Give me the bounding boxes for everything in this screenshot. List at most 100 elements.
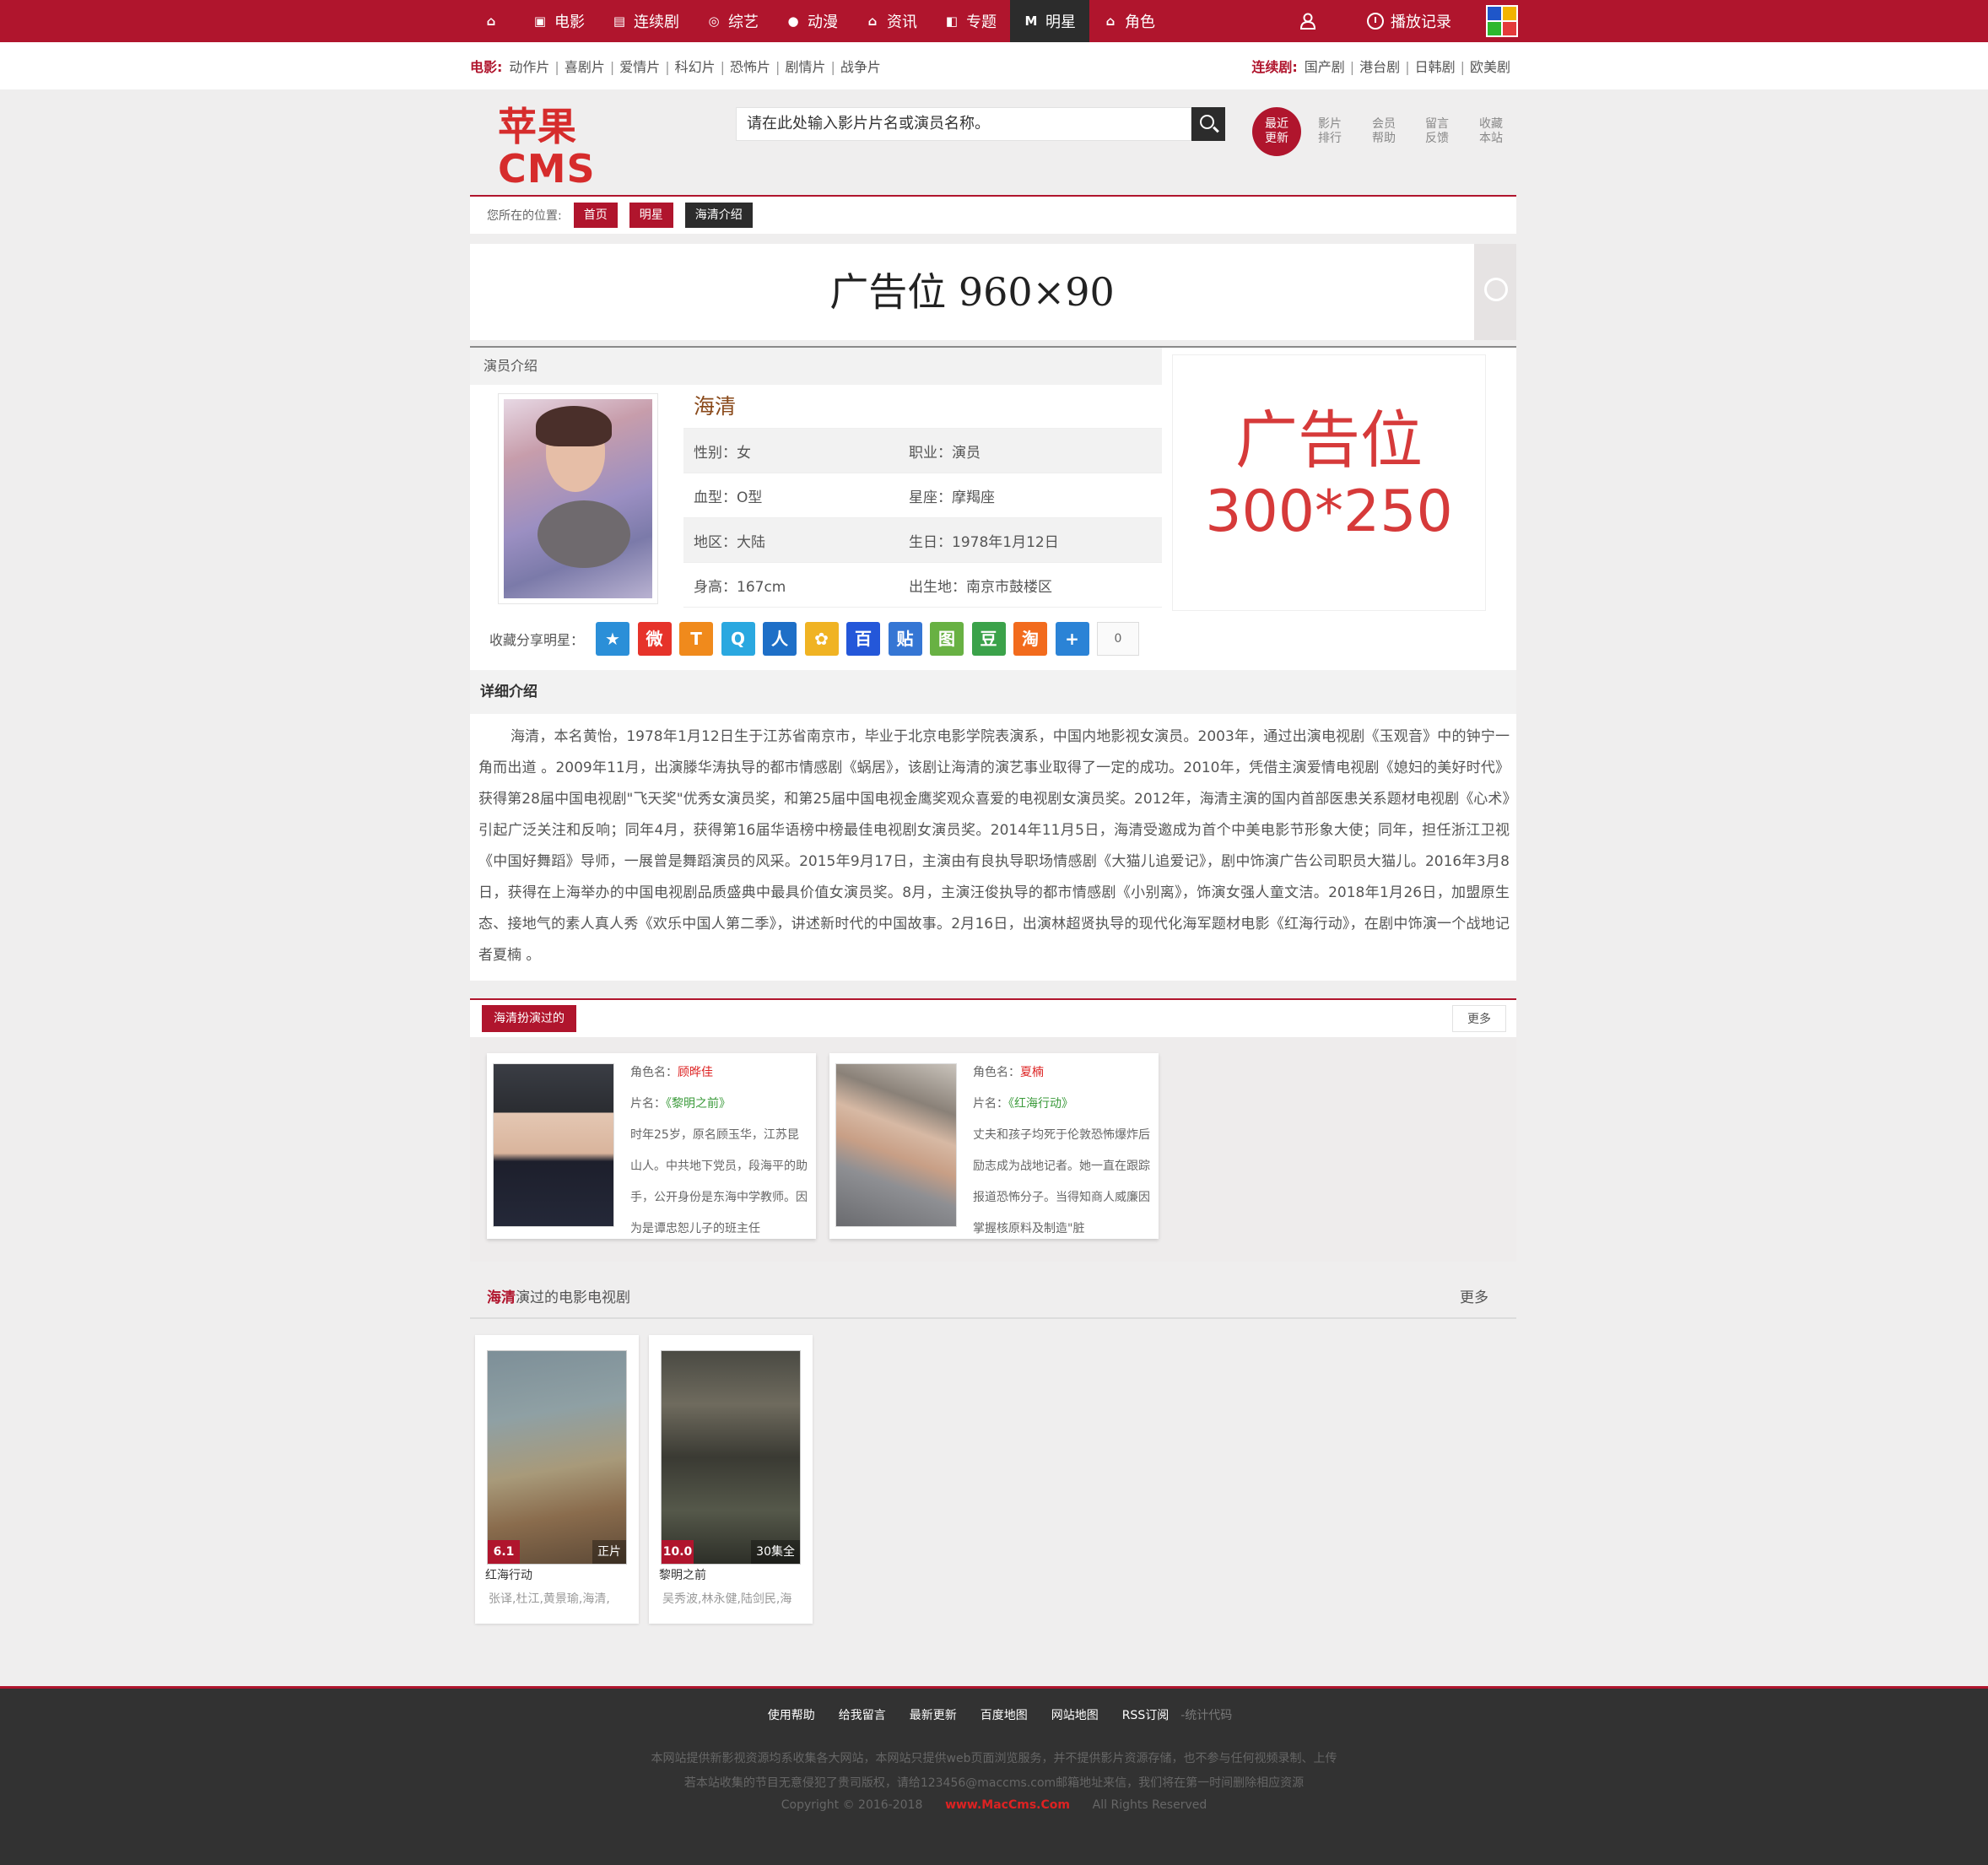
role-movie[interactable]: 《黎明之前》 bbox=[666, 1097, 731, 1111]
role-card[interactable]: 角色名：顾晔佳 片名：《黎明之前》 时年25岁，原名顾玉华，江苏昆山人。中共地下… bbox=[487, 1053, 816, 1239]
breadcrumb-home[interactable]: 首页 bbox=[573, 203, 618, 228]
separator: | bbox=[609, 59, 615, 75]
roles-more-button[interactable]: 更多 bbox=[1452, 1005, 1506, 1032]
nav-variety[interactable]: ◎ 综艺 bbox=[693, 0, 772, 42]
movie-category-3[interactable]: 科幻片 bbox=[675, 59, 716, 75]
skin-switch-icon[interactable] bbox=[1486, 5, 1518, 37]
work-card[interactable]: 10.0 30集全 黎明之前 吴秀波,林永健,陆剑民,海 bbox=[649, 1335, 813, 1624]
nav-film[interactable]: ▣ 电影 bbox=[519, 0, 598, 42]
header-btn-latest[interactable]: 最近 更新 bbox=[1252, 107, 1301, 156]
work-poster[interactable]: 6.1 正片 bbox=[487, 1350, 627, 1565]
btn-line2: 帮助 bbox=[1372, 132, 1396, 145]
movie-category-5[interactable]: 剧情片 bbox=[785, 59, 825, 75]
work-poster[interactable]: 10.0 30集全 bbox=[661, 1350, 801, 1565]
baidu-icon[interactable]: 百 bbox=[846, 622, 881, 656]
btn-line1: 影片 bbox=[1318, 117, 1342, 131]
work-actors: 吴秀波,林永健,陆剑民,海 bbox=[662, 1592, 792, 1606]
work-status-label: 30集全 bbox=[751, 1540, 800, 1564]
site-logo[interactable]: 苹果CMS www.maccms.com bbox=[498, 105, 658, 206]
movie-category-1[interactable]: 喜剧片 bbox=[565, 59, 605, 75]
douban-icon[interactable]: 豆 bbox=[971, 622, 1006, 656]
footer-link-4[interactable]: 网站地图 bbox=[1051, 1709, 1099, 1722]
work-score-badge: 6.1 bbox=[488, 1540, 520, 1564]
play-history-link[interactable]: 播放记录 bbox=[1367, 0, 1451, 42]
breadcrumb: 您所在的位置: 首页 明星 海清介绍 bbox=[470, 195, 1516, 234]
footer-copyright: Copyright © 2016-2018 www.MacCms.Com All… bbox=[0, 1798, 1988, 1812]
weibo-icon[interactable]: 微 bbox=[637, 622, 672, 656]
header-btn-bookmark[interactable]: 收藏 本站 bbox=[1467, 107, 1515, 156]
favorite-icon[interactable]: ★ bbox=[596, 622, 630, 656]
skin-color-1 bbox=[1488, 7, 1501, 20]
renren-icon[interactable]: 人 bbox=[763, 622, 797, 656]
movie-category-4[interactable]: 恐怖片 bbox=[730, 59, 770, 75]
info-row: 地区：大陆 生日：1978年1月12日 bbox=[683, 518, 1162, 563]
tieba-icon[interactable]: 贴 bbox=[888, 622, 922, 656]
footer-brand-link[interactable]: www.MacCms.Com bbox=[945, 1798, 1070, 1812]
nav-anime[interactable]: ● 动漫 bbox=[772, 0, 851, 42]
work-title[interactable]: 黎明之前 bbox=[659, 1563, 706, 1588]
tv-category-2[interactable]: 日韩剧 bbox=[1415, 59, 1456, 75]
ad-side-title: 广告位 bbox=[1235, 404, 1423, 477]
nav-news[interactable]: ⌂ 资讯 bbox=[851, 0, 931, 42]
ad-banner-side[interactable] bbox=[1474, 244, 1516, 340]
actor-photo-image bbox=[504, 399, 652, 598]
header-btn-ranking[interactable]: 影片 排行 bbox=[1305, 107, 1354, 156]
header-btn-member[interactable]: 会员 帮助 bbox=[1359, 107, 1408, 156]
search-button[interactable] bbox=[1191, 107, 1225, 141]
nav-topic[interactable]: ◧ 专题 bbox=[931, 0, 1010, 42]
taobao-icon[interactable]: 淘 bbox=[1013, 622, 1048, 656]
role-description: 丈夫和孩子均死于伦敦恐怖爆炸后励志成为战地记者。她一直在跟踪报道恐怖分子。当得知… bbox=[973, 1128, 1150, 1235]
ad-side-box[interactable]: 广告位 300*250 bbox=[1172, 354, 1486, 611]
more-share-icon[interactable]: + bbox=[1055, 622, 1089, 656]
role-movie-line: 片名：《黎明之前》 bbox=[630, 1089, 808, 1120]
movie-category-6[interactable]: 战争片 bbox=[840, 59, 881, 75]
tv-category-3[interactable]: 欧美剧 bbox=[1470, 59, 1510, 75]
work-actors: 张译,杜江,黄景瑜,海清, bbox=[489, 1592, 610, 1606]
user-icon[interactable] bbox=[1299, 0, 1316, 42]
separator: | bbox=[1405, 59, 1410, 75]
role-name[interactable]: 顾晔佳 bbox=[678, 1066, 713, 1079]
tencent-weibo-icon[interactable]: T bbox=[679, 622, 714, 656]
role-photo[interactable] bbox=[493, 1063, 614, 1227]
movie-category-2[interactable]: 爱情片 bbox=[619, 59, 660, 75]
qzone-icon[interactable]: Q bbox=[721, 622, 755, 656]
separator: | bbox=[830, 59, 835, 75]
kaixin-icon[interactable]: ✿ bbox=[804, 622, 839, 656]
tv-category-1[interactable]: 港台剧 bbox=[1359, 59, 1400, 75]
works-more-link[interactable]: 更多 bbox=[1460, 1277, 1488, 1319]
footer-link-0[interactable]: 使用帮助 bbox=[768, 1709, 815, 1722]
profile-section-title: 演员介绍 bbox=[470, 348, 1162, 385]
role-name[interactable]: 夏楠 bbox=[1020, 1066, 1044, 1079]
tv-category-0[interactable]: 国产剧 bbox=[1305, 59, 1345, 75]
breadcrumb-star[interactable]: 明星 bbox=[629, 203, 673, 228]
works-actor-name: 海清 bbox=[487, 1289, 516, 1306]
header-btn-feedback[interactable]: 留言 反馈 bbox=[1413, 107, 1461, 156]
footer-copyright-notice: 若本站收集的节目无意侵犯了贵司版权，请给123456@maccms.com邮箱地… bbox=[683, 1776, 1305, 1790]
tv-icon: ▤ bbox=[613, 14, 626, 29]
role-movie[interactable]: 《红海行动》 bbox=[1008, 1097, 1073, 1111]
douban-map-icon[interactable]: 图 bbox=[930, 622, 964, 656]
movie-category-0[interactable]: 动作片 bbox=[509, 59, 549, 75]
ad-banner[interactable]: 广告位 960×90 bbox=[470, 244, 1474, 340]
role-card[interactable]: 角色名：夏楠 片名：《红海行动》 丈夫和孩子均死于伦敦恐怖爆炸后励志成为战地记者… bbox=[829, 1053, 1159, 1239]
work-title[interactable]: 红海行动 bbox=[485, 1563, 532, 1588]
search-icon-handle bbox=[1213, 126, 1219, 133]
role-prefix: 角色名： bbox=[630, 1066, 678, 1079]
nav-star[interactable]: M 明星 bbox=[1010, 0, 1089, 42]
works-header: 海清演过的电影电视剧 bbox=[470, 1277, 1516, 1319]
role-photo[interactable] bbox=[835, 1063, 957, 1227]
footer-link-5[interactable]: RSS订阅 bbox=[1122, 1709, 1170, 1722]
search-input[interactable]: 请在此处输入影片片名或演员名称。 bbox=[736, 107, 1191, 141]
skin-color-2 bbox=[1503, 7, 1516, 20]
footer-link-3[interactable]: 百度地图 bbox=[980, 1709, 1028, 1722]
info-gender: 性别：女 bbox=[694, 444, 751, 462]
footer-link-1[interactable]: 给我留言 bbox=[839, 1709, 886, 1722]
roles-tab[interactable]: 海清扮演过的 bbox=[482, 1005, 576, 1032]
role-name-line: 角色名：夏楠 bbox=[973, 1057, 1150, 1089]
nav-home[interactable]: ⌂ bbox=[470, 0, 519, 42]
nav-tv[interactable]: ▤ 连续剧 bbox=[598, 0, 693, 42]
user-glyph bbox=[1299, 13, 1316, 30]
work-card[interactable]: 6.1 正片 红海行动 张译,杜江,黄景瑜,海清, bbox=[475, 1335, 639, 1624]
nav-role[interactable]: ⌂ 角色 bbox=[1089, 0, 1169, 42]
footer-link-2[interactable]: 最新更新 bbox=[910, 1709, 957, 1722]
